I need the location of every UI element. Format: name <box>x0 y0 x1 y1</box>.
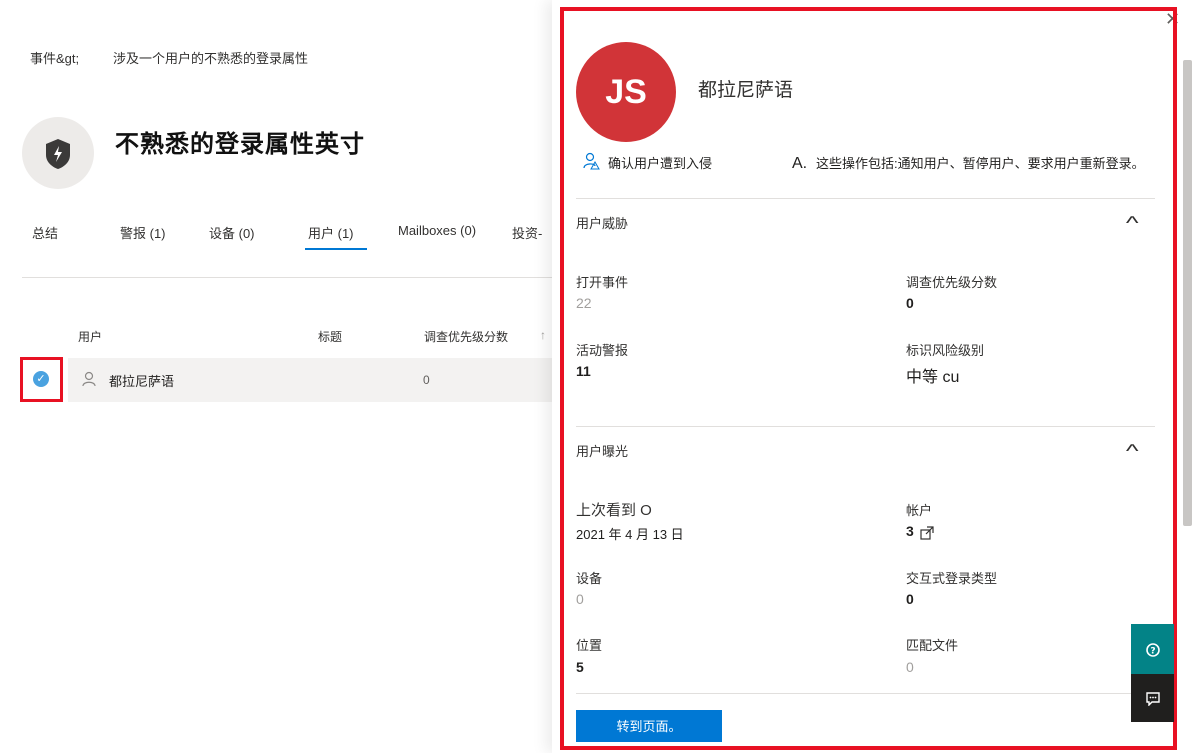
active-tab-indicator <box>305 248 367 250</box>
row-score: 0 <box>423 373 430 387</box>
person-icon <box>82 371 96 392</box>
check-icon[interactable]: ✓ <box>33 371 49 387</box>
svg-text:?: ? <box>1150 647 1155 657</box>
tab-mailboxes[interactable]: Mailboxes (0) <box>398 223 476 238</box>
column-header-score[interactable]: 调查优先级分数 <box>424 328 508 345</box>
column-header-user[interactable]: 用户 <box>78 328 102 345</box>
incident-icon-circle <box>22 117 94 189</box>
panel-scrollbar-thumb[interactable] <box>1183 60 1192 526</box>
incident-title: 不熟悉的登录属性英寸 <box>115 131 365 158</box>
shield-lightning-icon <box>46 139 70 169</box>
tab-summary[interactable]: 总结 <box>32 223 58 242</box>
feedback-icon[interactable] <box>1131 674 1174 722</box>
breadcrumb-root[interactable]: 事件&gt; <box>30 48 79 67</box>
panel-highlight <box>560 7 1177 750</box>
tabs-divider <box>22 277 552 278</box>
column-header-title[interactable]: 标题 <box>318 328 342 345</box>
tab-users[interactable]: 用户 (1) <box>308 223 354 242</box>
breadcrumb-current: 涉及一个用户的不熟悉的登录属性 <box>113 51 309 66</box>
help-icon[interactable]: ? <box>1131 624 1174 674</box>
sort-arrow-icon[interactable]: ↑ <box>540 328 546 342</box>
tab-investigations[interactable]: 投资- <box>512 223 542 242</box>
row-user-name[interactable]: 都拉尼萨语 <box>109 371 174 390</box>
tab-devices[interactable]: 设备 (0) <box>209 223 255 242</box>
tab-alerts[interactable]: 警报 (1) <box>120 223 166 242</box>
